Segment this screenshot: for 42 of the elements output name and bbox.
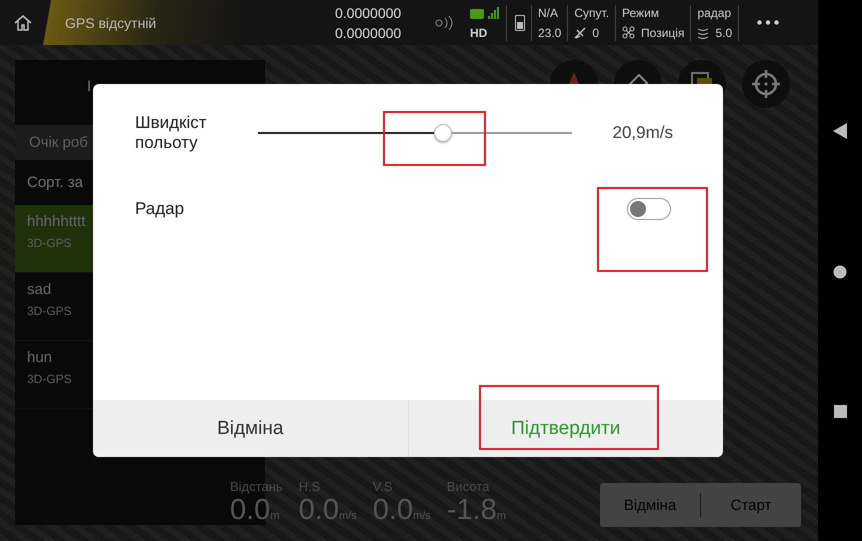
action-button[interactable]: Старт bbox=[700, 493, 801, 517]
cancel-button[interactable]: Відміна bbox=[93, 400, 408, 457]
radar-switch[interactable] bbox=[627, 198, 671, 220]
speed-reading: 20,9m/s bbox=[612, 123, 674, 143]
telemetry-value: 0.0m/s bbox=[372, 494, 431, 527]
telemetry-value: 0.0m/s bbox=[298, 494, 357, 527]
battery-value: 23.0 bbox=[538, 26, 562, 40]
slider-thumb[interactable] bbox=[434, 124, 452, 142]
telemetry-value: -1.8m bbox=[446, 494, 506, 527]
speed-label: Швидкіст польоту bbox=[135, 113, 208, 153]
mission-name: hhhhhtttt bbox=[27, 213, 86, 230]
action-button[interactable]: Відміна bbox=[600, 493, 700, 517]
battery-label: N/A bbox=[538, 6, 560, 20]
mission-name: sad bbox=[27, 281, 52, 298]
back-icon[interactable] bbox=[833, 123, 847, 139]
drone-icon bbox=[622, 26, 636, 39]
radar-icon bbox=[697, 26, 710, 38]
radar-setting-label: Радар bbox=[135, 199, 186, 219]
mission-status: 3D-GPS bbox=[27, 372, 73, 386]
mission-status: 3D-GPS bbox=[27, 304, 73, 318]
battery-icon bbox=[515, 14, 525, 30]
telemetry-label: Відстань bbox=[230, 479, 283, 494]
latitude-value: 0.0000000 bbox=[335, 4, 402, 20]
gps-status: GPS відсутній bbox=[65, 14, 156, 30]
longitude-value: 0.0000000 bbox=[335, 24, 402, 40]
mission-status: 3D-GPS bbox=[27, 236, 73, 250]
satellites-value: 0 bbox=[592, 26, 600, 40]
radar-label: радар bbox=[697, 6, 732, 20]
confirm-button[interactable]: Підтвердити bbox=[408, 400, 723, 457]
satellites-label: Супут. bbox=[574, 6, 610, 20]
hd-label: HD bbox=[470, 26, 488, 40]
home-icon[interactable] bbox=[833, 265, 847, 279]
controller-icon bbox=[470, 6, 500, 20]
radar-value: 5.0 bbox=[715, 26, 732, 40]
panel-title: I bbox=[87, 78, 92, 94]
recents-icon[interactable] bbox=[834, 405, 846, 418]
mission-name: hun bbox=[27, 349, 54, 366]
mode-label: Режим bbox=[622, 6, 660, 20]
telemetry-value: 0.0m bbox=[230, 494, 280, 527]
mode-value: Позиція bbox=[641, 26, 684, 40]
more-icon[interactable] bbox=[757, 20, 780, 25]
home-icon[interactable] bbox=[12, 12, 32, 32]
